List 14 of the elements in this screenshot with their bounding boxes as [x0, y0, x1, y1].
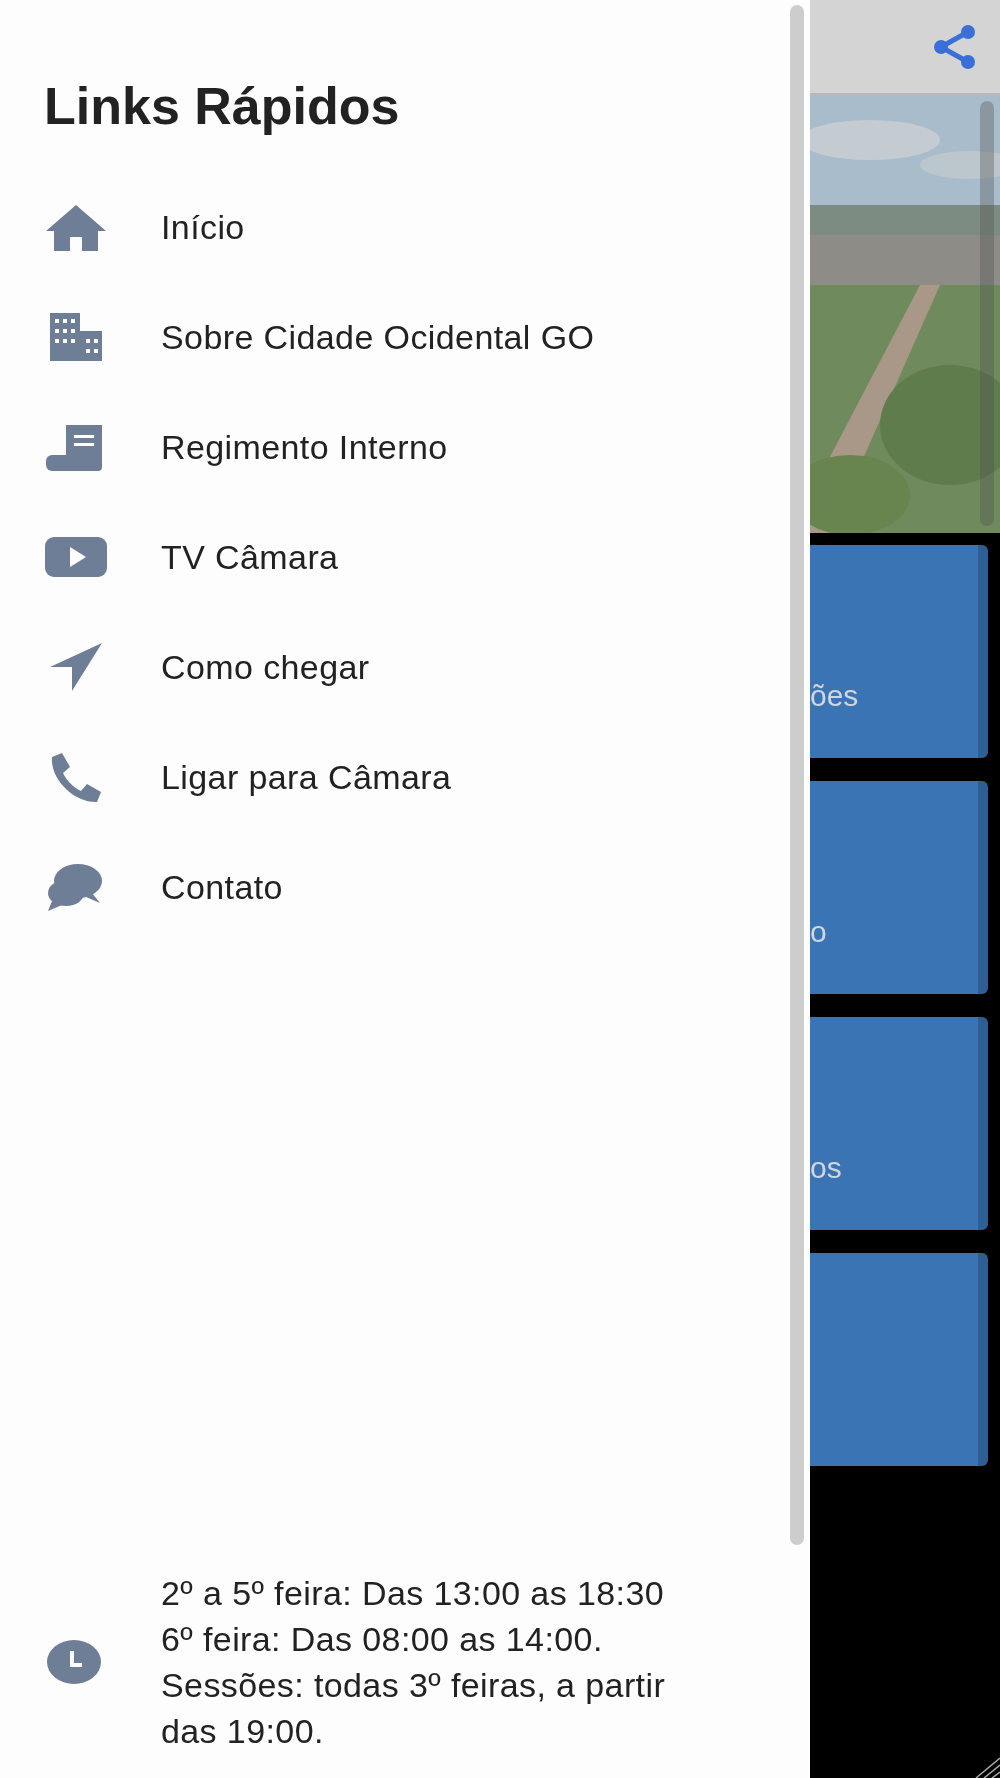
- menu-item[interactable]: Contato: [0, 832, 810, 942]
- menu-item[interactable]: Ligar para Câmara: [0, 722, 810, 832]
- menu-tile[interactable]: [810, 1253, 988, 1466]
- share-icon[interactable]: [932, 23, 978, 70]
- menu-item[interactable]: Sobre Cidade Ocidental GO: [0, 282, 810, 392]
- clock-icon: [46, 1638, 102, 1686]
- menu-item[interactable]: Regimento Interno: [0, 392, 810, 502]
- scrollbar[interactable]: [980, 101, 994, 526]
- drawer-title: Links Rápidos: [44, 78, 401, 134]
- menu-item[interactable]: Como chegar: [0, 612, 810, 722]
- menu-item[interactable]: TV Câmara: [0, 502, 810, 612]
- menu-item[interactable]: Início: [0, 172, 810, 282]
- opening-hours-text: 2º a 5º feira: Das 13:00 as 18:30 6º feira: Das 08:00 as 14:00. Sessões: todas 3º feiras, a partir das 19:00.: [161, 1573, 667, 1752]
- scrollbar[interactable]: [790, 5, 804, 1545]
